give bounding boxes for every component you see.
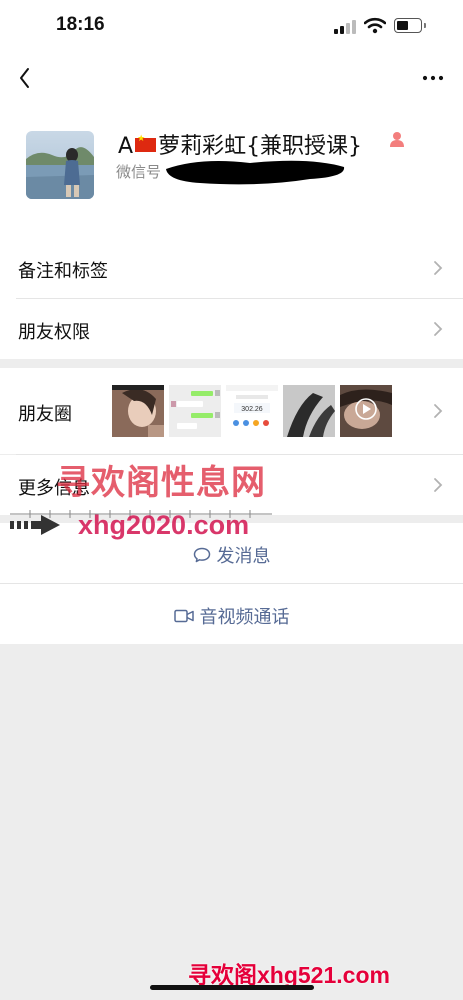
watermark-text: 寻欢阁性息网	[56, 463, 266, 503]
more-options-icon[interactable]	[421, 68, 445, 88]
watermark-arrow-icon	[10, 515, 60, 535]
payment-amount: 302.26	[241, 406, 263, 413]
moments-thumb-payment-screenshot: 302.26	[226, 385, 278, 437]
nav-bar	[0, 56, 463, 100]
remark-and-tags-label: 备注和标签	[18, 261, 108, 282]
chevron-right-icon	[434, 404, 443, 418]
video-call-button[interactable]: 音视频通话	[0, 584, 463, 644]
send-message-label: 发消息	[216, 546, 271, 567]
back-chevron-icon[interactable]	[14, 64, 38, 92]
watermark-url: xhg2020.com	[78, 510, 250, 540]
friend-permissions-row[interactable]: 朋友权限	[0, 299, 463, 359]
chat-bubble-icon	[193, 547, 210, 563]
moments-label: 朋友圈	[18, 404, 72, 425]
status-bar: 18:16	[0, 0, 463, 56]
wechat-id-label: 微信号	[116, 163, 162, 181]
moments-thumb-chat-screenshot	[169, 385, 221, 437]
nickname-prefix: A	[118, 134, 134, 159]
battery-icon	[394, 18, 426, 33]
china-flag-icon	[135, 134, 157, 152]
remark-and-tags-row[interactable]: 备注和标签	[0, 238, 463, 298]
moments-thumb-photo	[283, 385, 335, 437]
status-time: 18:16	[56, 14, 105, 35]
female-gender-icon	[390, 132, 404, 147]
avatar[interactable]	[26, 131, 94, 199]
home-indicator	[150, 985, 314, 990]
cellular-signal-icon	[334, 20, 356, 34]
chevron-right-icon	[434, 322, 443, 336]
moments-thumb-video	[340, 385, 392, 437]
wifi-icon	[364, 17, 386, 34]
moments-row[interactable]: 朋友圈 302.26	[0, 368, 463, 454]
wechat-id-redaction	[166, 160, 345, 185]
chevron-right-icon	[434, 261, 443, 275]
moments-thumb-photo	[112, 385, 164, 437]
video-call-label: 音视频通话	[199, 607, 290, 628]
video-camera-icon	[173, 609, 194, 623]
friend-permissions-label: 朋友权限	[18, 322, 90, 343]
chevron-right-icon	[434, 478, 443, 492]
